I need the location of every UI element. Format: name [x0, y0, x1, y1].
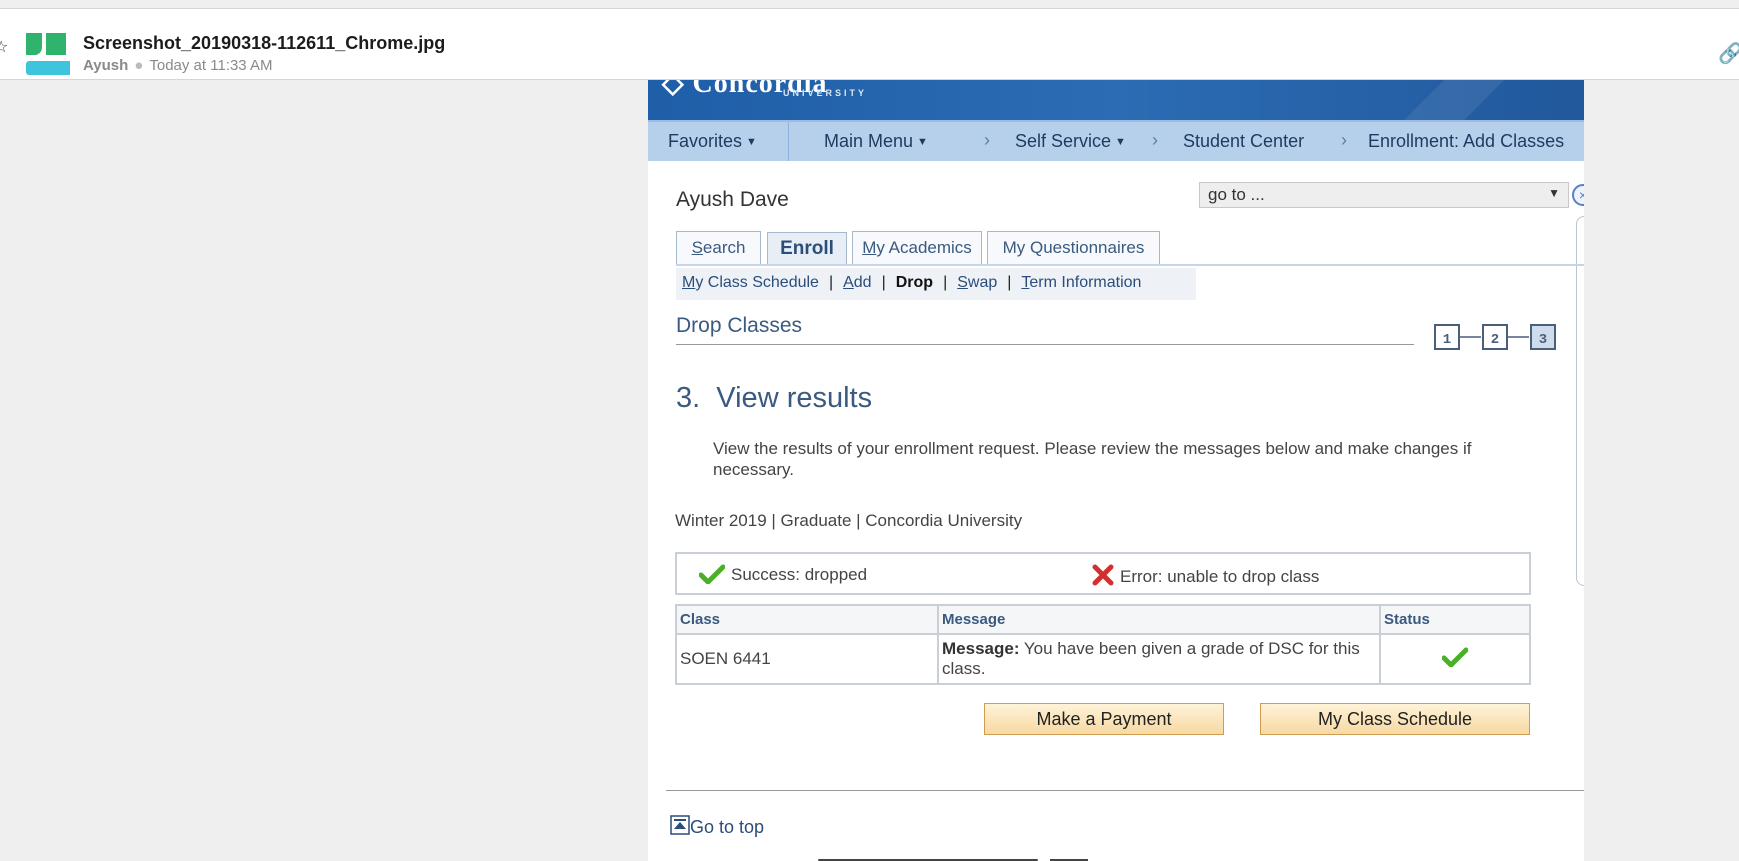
- tab-enroll[interactable]: Enroll: [767, 232, 847, 266]
- step-indicator: 1 2 3: [1434, 324, 1556, 350]
- chevron-right-icon: ›: [984, 130, 990, 150]
- checkmark-icon: [698, 564, 726, 585]
- error-x-icon: [1092, 564, 1114, 586]
- side-panel: [1576, 216, 1584, 586]
- legend-error: Error: unable to drop class: [1092, 564, 1319, 587]
- section-title: Drop Classes: [676, 314, 803, 337]
- enroll-subnav: My Class Schedule | Add | Drop | Swap | Term Inf…: [676, 268, 1196, 300]
- student-name: Ayush Dave: [676, 188, 789, 211]
- checkmark-icon: [1441, 647, 1469, 667]
- file-timestamp: Today at 11:33 AM: [149, 57, 273, 74]
- goto-select[interactable]: go to ... ▼: [1199, 182, 1569, 208]
- tab-my-questionnaires[interactable]: My Questionnaires: [987, 231, 1160, 265]
- column-header-message: Message: [937, 604, 1381, 635]
- screenshot-pane: ◇ Concordia UNIVERSITY Favorites ▼ Main M…: [648, 80, 1584, 861]
- row-status: [1379, 633, 1531, 685]
- table-row: SOEN 6441 Message: You have been given a…: [675, 633, 1531, 685]
- nav-favorites[interactable]: Favorites ▼: [668, 131, 757, 152]
- nav-student-center[interactable]: Student Center: [1183, 131, 1304, 152]
- row-message: Message: You have been given a grade of …: [937, 633, 1381, 685]
- caret-down-icon: ▼: [746, 136, 757, 149]
- subnav-add[interactable]: Add: [843, 274, 871, 291]
- subnav-my-class-schedule[interactable]: My Class Schedule: [682, 274, 819, 291]
- nav-self-service[interactable]: Self Service ▼: [1015, 131, 1126, 152]
- step-description: View the results of your enrollment requ…: [713, 439, 1472, 479]
- subnav-drop: Drop: [895, 274, 934, 291]
- column-header-status: Status: [1379, 604, 1531, 635]
- file-name[interactable]: Screenshot_20190318-112611_Chrome.jpg: [83, 33, 445, 54]
- table-header-row: Class Message Status: [675, 604, 1531, 635]
- results-table: Class Message Status SOEN 6441 Message: …: [675, 604, 1531, 685]
- file-author[interactable]: Ayush: [83, 57, 128, 74]
- star-icon[interactable]: ☆: [0, 37, 10, 56]
- share-icon[interactable]: 🔗: [1718, 41, 1739, 66]
- chevron-right-icon: ›: [1152, 130, 1158, 150]
- tab-my-academics[interactable]: My Academics: [852, 231, 982, 265]
- tab-search[interactable]: Search: [676, 231, 761, 265]
- viewer-header: ☆ Screenshot_20190318-112611_Chrome.jpg …: [0, 8, 1739, 80]
- nav-bar: Favorites ▼ Main Menu ▼ › Self Service ▼ › …: [648, 120, 1584, 161]
- file-meta: Ayush ● Today at 11:33 AM: [83, 57, 273, 74]
- caret-down-icon: ▼: [1115, 136, 1126, 149]
- close-icon[interactable]: ×: [1572, 184, 1584, 206]
- app-logo-icon: [26, 33, 70, 75]
- make-payment-button[interactable]: Make a Payment: [984, 703, 1224, 735]
- svg-text:3: 3: [1539, 332, 1547, 348]
- my-class-schedule-button[interactable]: My Class Schedule: [1260, 703, 1530, 735]
- status-legend: Success: dropped Error: unable to drop c…: [675, 552, 1531, 595]
- nav-main-menu[interactable]: Main Menu ▼: [824, 131, 928, 152]
- column-header-class: Class: [675, 604, 939, 635]
- nav-enrollment-add[interactable]: Enrollment: Add Classes: [1368, 131, 1564, 152]
- svg-text:2: 2: [1491, 332, 1499, 348]
- dropdown-arrow-icon: ▼: [1548, 186, 1560, 200]
- chevron-right-icon: ›: [1341, 130, 1347, 150]
- university-banner: ◇ Concordia UNIVERSITY: [648, 80, 1584, 120]
- caret-down-icon: ▼: [917, 136, 928, 149]
- step-heading: 3. View results: [676, 382, 873, 414]
- concordia-logo-sub: UNIVERSITY: [783, 88, 868, 98]
- subnav-swap[interactable]: Swap: [957, 274, 997, 291]
- row-class: SOEN 6441: [675, 633, 939, 685]
- legend-success: Success: dropped: [698, 564, 867, 585]
- go-to-top-icon: [670, 815, 690, 835]
- term-info: Winter 2019 | Graduate | Concordia Unive…: [675, 511, 1023, 530]
- go-to-top-link[interactable]: Go to top: [670, 815, 764, 838]
- svg-text:1: 1: [1443, 332, 1451, 348]
- subnav-term-information[interactable]: Term Information: [1021, 274, 1141, 291]
